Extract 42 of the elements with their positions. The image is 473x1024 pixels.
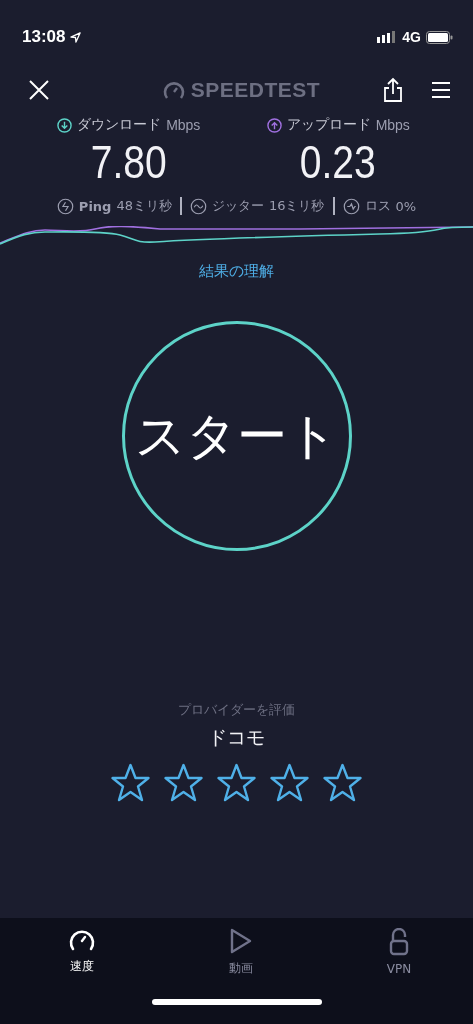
metric-value: 48ミリ秒 (116, 197, 172, 215)
play-icon (228, 928, 253, 954)
gauge-icon (68, 928, 96, 952)
speedtest-logo: SPEEDTEST (190, 78, 321, 102)
results-link[interactable]: 結果の理解 (199, 262, 274, 281)
start-button[interactable]: スタート (121, 321, 352, 551)
rating-star[interactable] (110, 763, 151, 803)
share-button[interactable] (383, 77, 403, 103)
ping-icon (56, 197, 74, 215)
rating-star[interactable] (269, 763, 310, 803)
status-time: 13:08 (22, 27, 66, 47)
loss-icon (342, 197, 360, 215)
rating-star[interactable] (322, 763, 363, 803)
metric-label: ジッター (211, 197, 264, 215)
upload-icon (266, 117, 282, 133)
unit-label: Mbps (166, 117, 201, 133)
jitter-icon (189, 197, 207, 215)
download-icon (57, 117, 73, 133)
tab[interactable]: VPN (367, 928, 431, 977)
tab[interactable]: 速度 (50, 928, 114, 977)
metric-value: 16ミリ秒 (268, 197, 325, 215)
result-label: アップロード (286, 116, 371, 134)
unit-label: Mbps (375, 117, 410, 133)
metric-label: Ping (78, 198, 112, 214)
close-button[interactable] (28, 79, 50, 101)
rating-star[interactable] (216, 763, 257, 803)
signal-icon (377, 31, 398, 43)
location-arrow-icon (70, 31, 82, 43)
battery-icon (426, 30, 453, 44)
result-label: ダウンロード (77, 116, 162, 134)
tab[interactable]: 動画 (208, 928, 273, 977)
provider-name: ドコモ (208, 725, 265, 750)
menu-button[interactable] (431, 81, 451, 99)
unlocked-padlock-icon (389, 928, 409, 956)
metric-label: ロス (364, 197, 391, 215)
rating-prompt: プロバイダーを評価 (178, 701, 295, 719)
gauge-icon (162, 81, 185, 99)
metric-value: 0% (395, 198, 417, 214)
result-value: 0.23 (300, 135, 377, 190)
result-value: 7.80 (90, 135, 167, 190)
rating-star[interactable] (163, 763, 204, 803)
network-type: 4G (402, 29, 421, 45)
